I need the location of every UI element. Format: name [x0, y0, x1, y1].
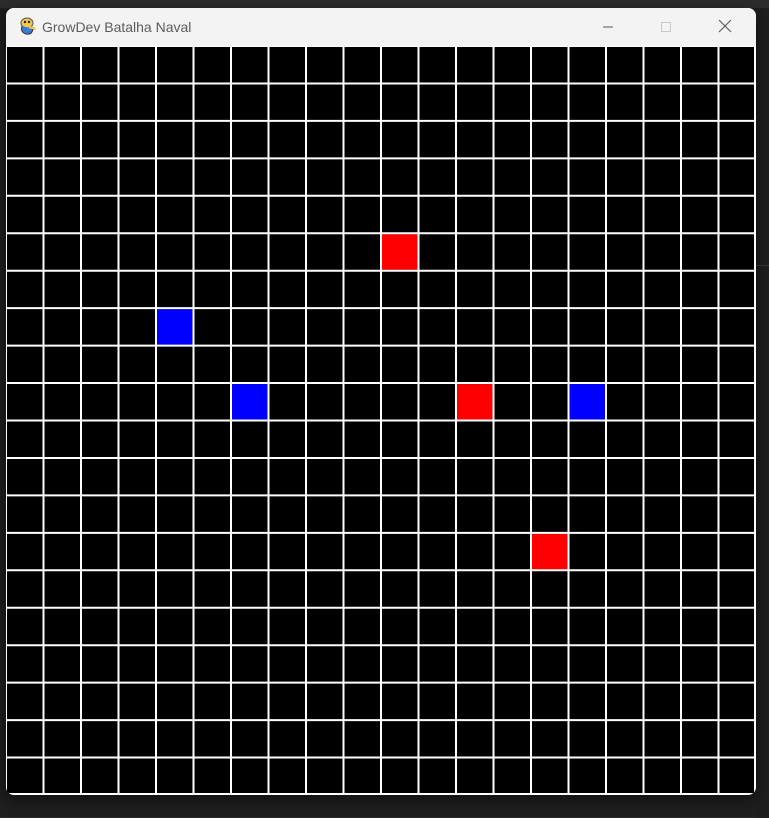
game-window: GrowDev Batalha Naval [6, 8, 756, 795]
title-bar[interactable]: GrowDev Batalha Naval [6, 8, 756, 46]
game-board-grid[interactable] [6, 46, 756, 795]
maximize-button[interactable] [637, 8, 695, 46]
minimize-button[interactable] [579, 8, 637, 46]
ship-cell[interactable] [569, 384, 606, 420]
ship-cell[interactable] [232, 384, 268, 420]
hit-cell[interactable] [457, 384, 493, 420]
pygame-snake-icon [16, 15, 38, 37]
desktop-background: GrowDev Batalha Naval [0, 0, 769, 818]
close-icon [718, 18, 732, 37]
background-editor-strip [0, 0, 769, 8]
game-board[interactable] [6, 46, 756, 795]
ship-cell[interactable] [157, 309, 193, 345]
minimize-icon [602, 18, 614, 37]
hit-cell[interactable] [532, 533, 568, 570]
maximize-icon [660, 18, 672, 37]
hit-cell[interactable] [382, 234, 418, 270]
background-editor-panel [756, 265, 769, 818]
window-title: GrowDev Batalha Naval [42, 19, 192, 35]
close-button[interactable] [696, 8, 754, 46]
